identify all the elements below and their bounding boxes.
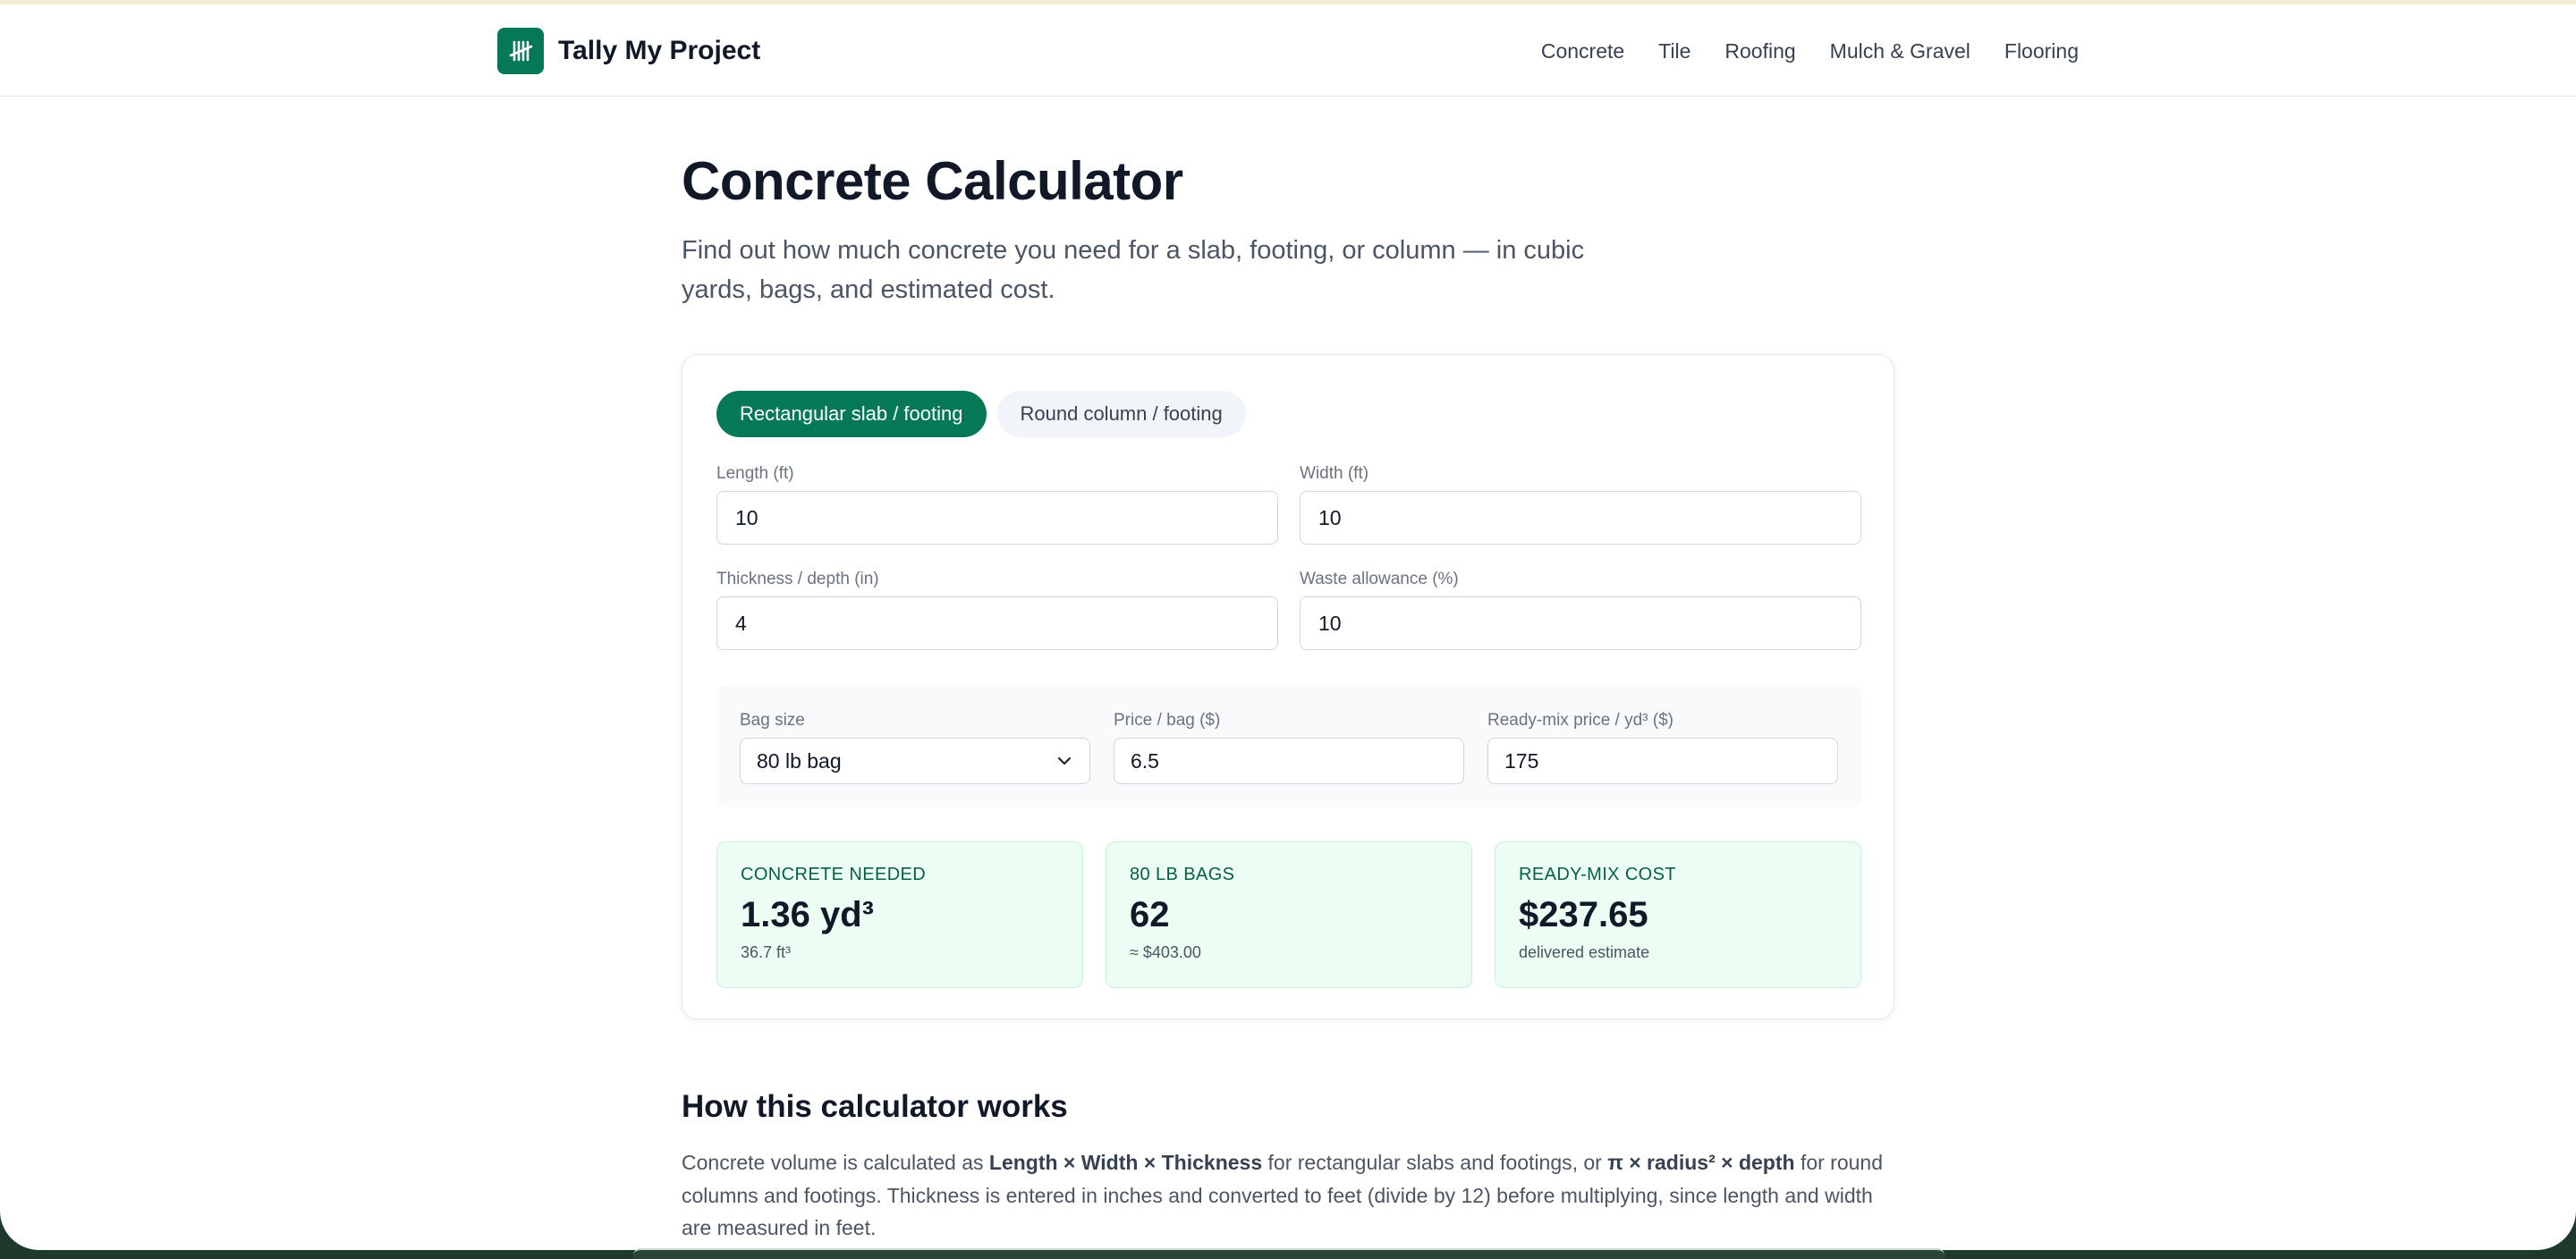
result-concrete-needed: CONCRETE NEEDED 1.36 yd³ 36.7 ft³ — [716, 841, 1083, 988]
shape-tabs: Rectangular slab / footing Round column … — [716, 391, 1246, 437]
width-input[interactable] — [1300, 491, 1861, 545]
bag-size-select[interactable]: 80 lb bag — [740, 738, 1090, 784]
nav-link-tile[interactable]: Tile — [1658, 33, 1690, 69]
nav-link-mulch-gravel[interactable]: Mulch & Gravel — [1830, 33, 1970, 69]
pricing-panel: Bag size 80 lb bag Price / bag ($) Ready… — [716, 686, 1861, 807]
chevron-down-icon — [1058, 757, 1071, 765]
calculator-card: Rectangular slab / footing Round column … — [682, 354, 1894, 1019]
thickness-label: Thickness / depth (in) — [716, 570, 879, 588]
readymix-price-input[interactable] — [1487, 738, 1838, 784]
results-row: CONCRETE NEEDED 1.36 yd³ 36.7 ft³ 80 LB … — [716, 841, 1861, 988]
bag-size-field: Bag size 80 lb bag — [740, 711, 1090, 784]
waste-input[interactable] — [1300, 596, 1861, 650]
readymix-price-field: Ready-mix price / yd³ ($) — [1487, 711, 1838, 784]
result-label: 80 LB BAGS — [1130, 865, 1235, 884]
width-label: Width (ft) — [1300, 464, 1369, 483]
how-section-title: How this calculator works — [682, 1089, 1068, 1124]
how-text-part: Concrete volume is calculated as — [682, 1151, 989, 1174]
tally-marks-icon — [497, 28, 544, 74]
result-label: CONCRETE NEEDED — [741, 865, 927, 884]
browser-window: Tally My Project Concrete Tile Roofing M… — [0, 0, 2576, 1250]
readymix-price-label: Ready-mix price / yd³ ($) — [1487, 711, 1674, 730]
tab-round[interactable]: Round column / footing — [996, 391, 1246, 437]
waste-field: Waste allowance (%) — [1300, 570, 1861, 650]
result-subtext: 36.7 ft³ — [741, 943, 792, 961]
main-nav: Concrete Tile Roofing Mulch & Gravel Flo… — [1541, 33, 2079, 69]
result-readymix-cost: READY-MIX COST $237.65 delivered estimat… — [1495, 841, 1861, 988]
bag-size-value: 80 lb bag — [757, 748, 842, 773]
page-title: Concrete Calculator — [682, 151, 1183, 211]
width-field: Width (ft) — [1300, 464, 1861, 545]
how-section-text: Concrete volume is calculated as Length … — [682, 1146, 1896, 1245]
nav-link-flooring[interactable]: Flooring — [2004, 33, 2079, 69]
price-per-bag-field: Price / bag ($) — [1114, 711, 1464, 784]
how-text-part: for rectangular slabs and footings, or — [1262, 1151, 1608, 1174]
how-formula-rectangular: Length × Width × Thickness — [988, 1151, 1263, 1174]
page-intro: Find out how much concrete you need for … — [682, 236, 1585, 304]
waste-label: Waste allowance (%) — [1300, 570, 1459, 588]
length-input[interactable] — [716, 491, 1278, 545]
thickness-input[interactable] — [716, 596, 1278, 650]
result-label: READY-MIX COST — [1519, 865, 1677, 884]
result-value: 62 — [1130, 895, 1170, 934]
result-bags: 80 LB BAGS 62 ≈ $403.00 — [1106, 841, 1472, 988]
length-field: Length (ft) — [716, 464, 1278, 545]
brand-name: Tally My Project — [558, 36, 761, 65]
background-window-edge — [633, 1248, 1945, 1259]
bag-size-label: Bag size — [740, 711, 805, 730]
price-per-bag-input[interactable] — [1114, 738, 1464, 784]
nav-link-roofing[interactable]: Roofing — [1724, 33, 1795, 69]
tab-rectangular[interactable]: Rectangular slab / footing — [716, 391, 987, 437]
result-value: $237.65 — [1519, 895, 1648, 934]
nav-link-concrete[interactable]: Concrete — [1541, 33, 1624, 69]
price-per-bag-label: Price / bag ($) — [1114, 711, 1221, 730]
result-value: 1.36 yd³ — [741, 895, 874, 934]
result-subtext: delivered estimate — [1519, 943, 1650, 961]
length-label: Length (ft) — [716, 464, 794, 483]
brand-link[interactable]: Tally My Project — [497, 28, 760, 74]
how-formula-round: π × radius² × depth — [1607, 1151, 1795, 1174]
result-subtext: ≈ $403.00 — [1130, 943, 1201, 961]
thickness-field: Thickness / depth (in) — [716, 570, 1278, 650]
site-header: Tally My Project Concrete Tile Roofing M… — [0, 4, 2576, 97]
